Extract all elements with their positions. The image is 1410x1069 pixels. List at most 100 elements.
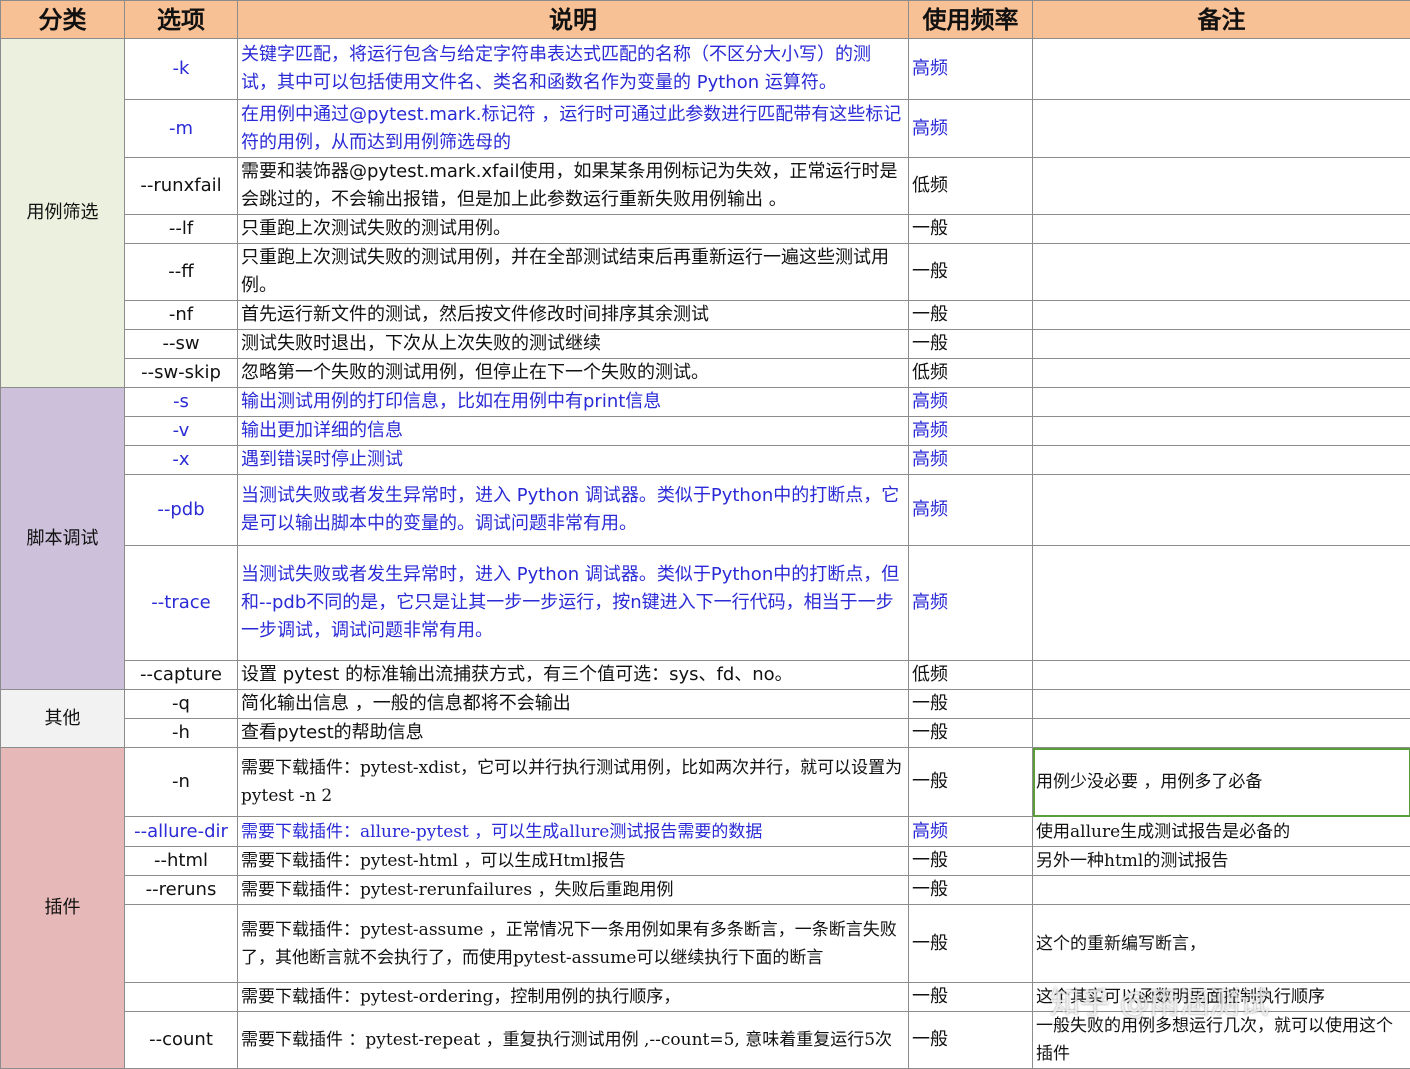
- option-cell[interactable]: --trace: [125, 546, 238, 661]
- description-cell[interactable]: 需要和装饰器@pytest.mark.xfail使用，如果某条用例标记为失效，正…: [238, 158, 909, 215]
- note-cell[interactable]: 使用allure生成测试报告是必备的: [1033, 817, 1410, 847]
- note-cell[interactable]: [1033, 244, 1410, 301]
- note-cell[interactable]: [1033, 100, 1410, 158]
- note-cell[interactable]: 一般失败的用例多想运行几次，就可以使用这个插件: [1033, 1012, 1410, 1069]
- option-cell[interactable]: --sw: [125, 330, 238, 359]
- frequency-cell[interactable]: 一般: [909, 215, 1033, 244]
- frequency-cell[interactable]: 高频: [909, 39, 1033, 100]
- description-cell[interactable]: 需要下载插件：pytest-html ，可以生成Html报告: [238, 847, 909, 876]
- note-cell[interactable]: [1033, 719, 1410, 748]
- frequency-cell[interactable]: 一般: [909, 719, 1033, 748]
- option-cell[interactable]: [125, 905, 238, 983]
- header-note[interactable]: 备注: [1033, 1, 1410, 39]
- frequency-cell[interactable]: 一般: [909, 690, 1033, 719]
- option-cell[interactable]: -s: [125, 388, 238, 417]
- note-cell[interactable]: [1033, 330, 1410, 359]
- description-cell[interactable]: 忽略第一个失败的测试用例，但停止在下一个失败的测试。: [238, 359, 909, 388]
- description-cell[interactable]: 需要下载插件：pytest-xdist，它可以并行执行测试用例，比如两次并行，就…: [238, 748, 909, 817]
- description-cell[interactable]: 需要下载插件：pytest-ordering，控制用例的执行顺序，: [238, 983, 909, 1012]
- note-cell[interactable]: [1033, 301, 1410, 330]
- description-cell[interactable]: 需要下载插件：allure-pytest ，可以生成allure测试报告需要的数…: [238, 817, 909, 847]
- option-cell[interactable]: -nf: [125, 301, 238, 330]
- frequency-cell[interactable]: 一般: [909, 244, 1033, 301]
- option-cell[interactable]: --pdb: [125, 475, 238, 546]
- note-cell[interactable]: [1033, 359, 1410, 388]
- frequency-cell[interactable]: 高频: [909, 817, 1033, 847]
- note-cell[interactable]: [1033, 446, 1410, 475]
- note-cell[interactable]: [1033, 388, 1410, 417]
- description-cell[interactable]: 当测试失败或者发生异常时，进入 Python 调试器。类似于Python中的打断…: [238, 475, 909, 546]
- option-cell[interactable]: -v: [125, 417, 238, 446]
- header-description[interactable]: 说明: [238, 1, 909, 39]
- option-cell[interactable]: -n: [125, 748, 238, 817]
- description-cell[interactable]: 当测试失败或者发生异常时，进入 Python 调试器。类似于Python中的打断…: [238, 546, 909, 661]
- note-cell[interactable]: [1033, 417, 1410, 446]
- option-cell[interactable]: --ff: [125, 244, 238, 301]
- note-cell[interactable]: [1033, 475, 1410, 546]
- option-cell[interactable]: --sw-skip: [125, 359, 238, 388]
- note-cell[interactable]: 用例少没必要 ，用例多了必备: [1033, 748, 1410, 817]
- frequency-cell[interactable]: 一般: [909, 1012, 1033, 1069]
- option-cell[interactable]: --runxfail: [125, 158, 238, 215]
- category-cell[interactable]: 脚本调试: [1, 388, 125, 690]
- option-cell[interactable]: --lf: [125, 215, 238, 244]
- frequency-cell[interactable]: 一般: [909, 847, 1033, 876]
- description-cell[interactable]: 只重跑上次测试失败的测试用例。: [238, 215, 909, 244]
- category-cell[interactable]: 插件: [1, 748, 125, 1069]
- frequency-cell[interactable]: 一般: [909, 330, 1033, 359]
- frequency-cell[interactable]: 高频: [909, 446, 1033, 475]
- frequency-cell[interactable]: 一般: [909, 876, 1033, 905]
- frequency-cell[interactable]: 高频: [909, 388, 1033, 417]
- header-category[interactable]: 分类: [1, 1, 125, 39]
- description-cell[interactable]: 只重跑上次测试失败的测试用例，并在全部测试结束后再重新运行一遍这些测试用例。: [238, 244, 909, 301]
- note-cell[interactable]: 这个其实可以函数明里面控制执行顺序: [1033, 983, 1410, 1012]
- frequency-cell[interactable]: 低频: [909, 158, 1033, 215]
- option-cell[interactable]: --reruns: [125, 876, 238, 905]
- option-cell[interactable]: --capture: [125, 661, 238, 690]
- description-cell[interactable]: 需要下载插件 ：pytest-repeat ，重复执行测试用例 ,--count…: [238, 1012, 909, 1069]
- note-cell[interactable]: [1033, 546, 1410, 661]
- note-cell[interactable]: [1033, 39, 1410, 100]
- note-cell[interactable]: 这个的重新编写断言，: [1033, 905, 1410, 983]
- description-cell[interactable]: 在用例中通过@pytest.mark.标记符 ，运行时可通过此参数进行匹配带有这…: [238, 100, 909, 158]
- frequency-cell[interactable]: 一般: [909, 983, 1033, 1012]
- frequency-cell[interactable]: 高频: [909, 417, 1033, 446]
- frequency-cell[interactable]: 低频: [909, 359, 1033, 388]
- note-cell[interactable]: [1033, 158, 1410, 215]
- option-cell[interactable]: -x: [125, 446, 238, 475]
- option-cell[interactable]: -q: [125, 690, 238, 719]
- category-cell[interactable]: 其他: [1, 690, 125, 748]
- note-cell[interactable]: 另外一种html的测试报告: [1033, 847, 1410, 876]
- description-cell[interactable]: 测试失败时退出，下次从上次失败的测试继续: [238, 330, 909, 359]
- option-cell[interactable]: --count: [125, 1012, 238, 1069]
- category-cell[interactable]: 用例筛选: [1, 39, 125, 388]
- note-cell[interactable]: [1033, 690, 1410, 719]
- description-cell[interactable]: 输出更加详细的信息: [238, 417, 909, 446]
- frequency-cell[interactable]: 一般: [909, 905, 1033, 983]
- note-cell[interactable]: [1033, 661, 1410, 690]
- description-cell[interactable]: 需要下载插件：pytest-rerunfailures ，失败后重跑用例: [238, 876, 909, 905]
- note-cell[interactable]: [1033, 215, 1410, 244]
- frequency-cell[interactable]: 高频: [909, 475, 1033, 546]
- description-cell[interactable]: 遇到错误时停止测试: [238, 446, 909, 475]
- option-cell[interactable]: -m: [125, 100, 238, 158]
- frequency-cell[interactable]: 一般: [909, 301, 1033, 330]
- description-cell[interactable]: 简化输出信息 ，一般的信息都将不会输出: [238, 690, 909, 719]
- frequency-cell[interactable]: 低频: [909, 661, 1033, 690]
- description-cell[interactable]: 设置 pytest 的标准输出流捕获方式，有三个值可选：sys、fd、no。: [238, 661, 909, 690]
- header-frequency[interactable]: 使用频率: [909, 1, 1033, 39]
- frequency-cell[interactable]: 高频: [909, 546, 1033, 661]
- header-option[interactable]: 选项: [125, 1, 238, 39]
- description-cell[interactable]: 关键字匹配，将运行包含与给定字符串表达式匹配的名称（不区分大小写）的测试，其中可…: [238, 39, 909, 100]
- description-cell[interactable]: 需要下载插件：pytest-assume ，正常情况下一条用例如果有多条断言，一…: [238, 905, 909, 983]
- option-cell[interactable]: [125, 983, 238, 1012]
- option-cell[interactable]: --allure-dir: [125, 817, 238, 847]
- description-cell[interactable]: 输出测试用例的打印信息，比如在用例中有print信息: [238, 388, 909, 417]
- frequency-cell[interactable]: 高频: [909, 100, 1033, 158]
- option-cell[interactable]: -h: [125, 719, 238, 748]
- option-cell[interactable]: -k: [125, 39, 238, 100]
- note-cell[interactable]: [1033, 876, 1410, 905]
- description-cell[interactable]: 首先运行新文件的测试，然后按文件修改时间排序其余测试: [238, 301, 909, 330]
- frequency-cell[interactable]: 一般: [909, 748, 1033, 817]
- description-cell[interactable]: 查看pytest的帮助信息: [238, 719, 909, 748]
